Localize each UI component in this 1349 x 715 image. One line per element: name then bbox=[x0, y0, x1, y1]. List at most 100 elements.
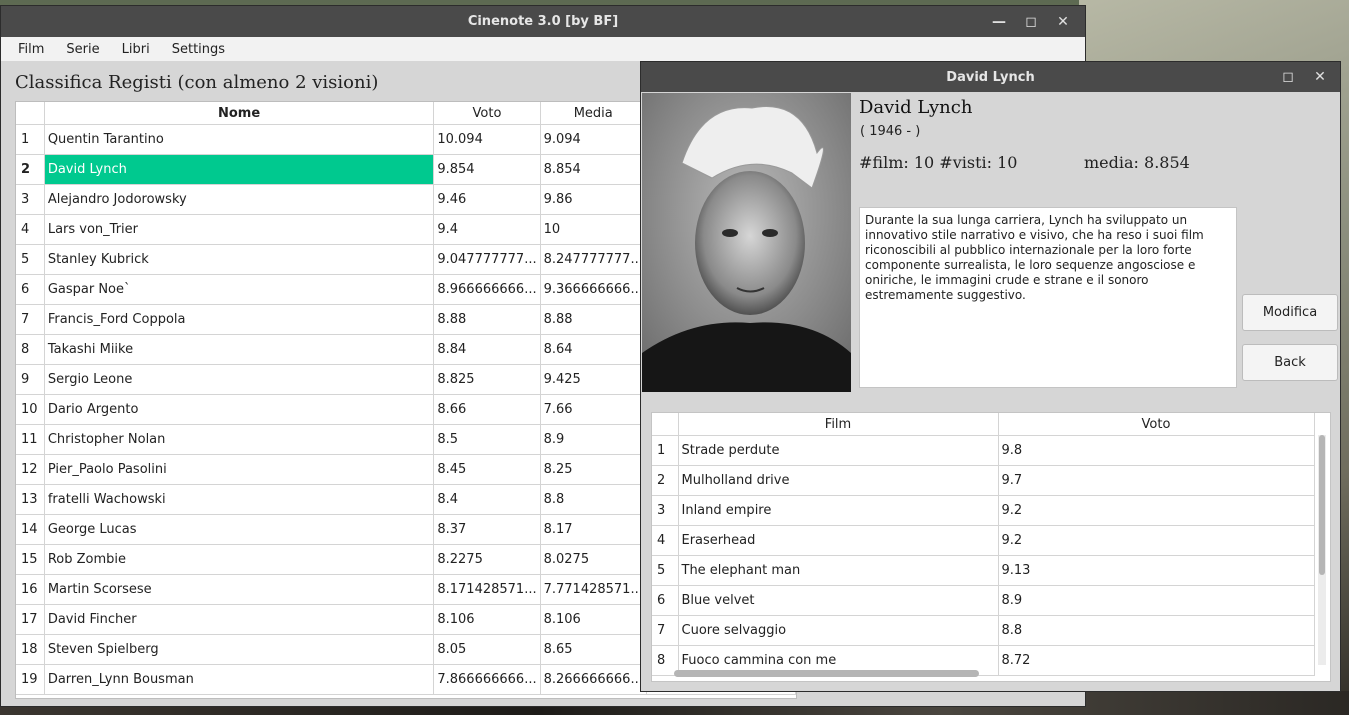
film-voto[interactable]: 9.8 bbox=[998, 435, 1315, 466]
row-rank[interactable]: 11 bbox=[16, 424, 45, 455]
film-voto[interactable]: 9.13 bbox=[998, 555, 1315, 586]
film-row[interactable]: 6 Blue velvet 8.9 bbox=[652, 585, 1315, 616]
films-horizontal-scroll-thumb[interactable] bbox=[674, 670, 979, 677]
row-voto[interactable]: 8.2275 bbox=[433, 544, 541, 575]
row-name[interactable]: Lars von_Trier bbox=[44, 214, 435, 245]
row-name[interactable]: Steven Spielberg bbox=[44, 634, 435, 665]
row-voto[interactable]: 9.46 bbox=[433, 184, 541, 215]
film-voto[interactable]: 8.9 bbox=[998, 585, 1315, 616]
row-media[interactable]: 9.366666666... bbox=[540, 274, 647, 305]
row-name[interactable]: Darren_Lynn Bousman bbox=[44, 664, 435, 695]
menu-film[interactable]: Film bbox=[7, 42, 55, 57]
row-rank[interactable]: 3 bbox=[16, 184, 45, 215]
row-name[interactable]: Gaspar Noe` bbox=[44, 274, 435, 305]
film-title[interactable]: The elephant man bbox=[678, 555, 999, 586]
row-voto[interactable]: 9.854 bbox=[433, 154, 541, 185]
row-name[interactable]: David Fincher bbox=[44, 604, 435, 635]
row-name[interactable]: Alejandro Jodorowsky bbox=[44, 184, 435, 215]
film-voto[interactable]: 8.8 bbox=[998, 615, 1315, 646]
main-titlebar[interactable]: Cinenote 3.0 [by BF] — ◻ ✕ bbox=[1, 6, 1085, 37]
film-voto[interactable]: 9.2 bbox=[998, 495, 1315, 526]
row-voto[interactable]: 10.094 bbox=[433, 124, 541, 155]
row-rank[interactable]: 15 bbox=[16, 544, 45, 575]
row-voto[interactable]: 7.866666666... bbox=[433, 664, 541, 695]
row-name[interactable]: Christopher Nolan bbox=[44, 424, 435, 455]
row-voto[interactable]: 8.966666666... bbox=[433, 274, 541, 305]
film-row[interactable]: 5 The elephant man 9.13 bbox=[652, 555, 1315, 586]
row-voto[interactable]: 8.45 bbox=[433, 454, 541, 485]
header-media[interactable]: Media bbox=[540, 102, 647, 125]
row-name[interactable]: George Lucas bbox=[44, 514, 435, 545]
row-rank[interactable]: 6 bbox=[16, 274, 45, 305]
row-name[interactable]: fratelli Wachowski bbox=[44, 484, 435, 515]
film-row[interactable]: 2 Mulholland drive 9.7 bbox=[652, 465, 1315, 496]
row-voto[interactable]: 8.37 bbox=[433, 514, 541, 545]
films-vertical-scroll-thumb[interactable] bbox=[1319, 435, 1325, 575]
row-voto[interactable]: 8.4 bbox=[433, 484, 541, 515]
back-button[interactable]: Back bbox=[1242, 344, 1338, 381]
film-row[interactable]: 3 Inland empire 9.2 bbox=[652, 495, 1315, 526]
row-name[interactable]: Pier_Paolo Pasolini bbox=[44, 454, 435, 485]
film-index[interactable]: 1 bbox=[652, 435, 679, 466]
row-media[interactable]: 8.247777777... bbox=[540, 244, 647, 275]
header-nome[interactable]: Nome bbox=[44, 102, 435, 125]
row-voto[interactable]: 8.66 bbox=[433, 394, 541, 425]
maximize-icon[interactable]: ◻ bbox=[1015, 14, 1047, 30]
row-media[interactable]: 9.094 bbox=[540, 124, 647, 155]
row-media[interactable]: 8.64 bbox=[540, 334, 647, 365]
menu-serie[interactable]: Serie bbox=[55, 42, 110, 57]
film-title[interactable]: Mulholland drive bbox=[678, 465, 999, 496]
row-media[interactable]: 7.66 bbox=[540, 394, 647, 425]
row-name[interactable]: Francis_Ford Coppola bbox=[44, 304, 435, 335]
film-title[interactable]: Strade perdute bbox=[678, 435, 999, 466]
film-title[interactable]: Cuore selvaggio bbox=[678, 615, 999, 646]
row-name[interactable]: Stanley Kubrick bbox=[44, 244, 435, 275]
row-voto[interactable]: 8.84 bbox=[433, 334, 541, 365]
row-media[interactable]: 8.25 bbox=[540, 454, 647, 485]
film-title[interactable]: Inland empire bbox=[678, 495, 999, 526]
row-name[interactable]: Takashi Miike bbox=[44, 334, 435, 365]
row-rank[interactable]: 12 bbox=[16, 454, 45, 485]
row-voto[interactable]: 8.05 bbox=[433, 634, 541, 665]
header-voto[interactable]: Voto bbox=[433, 102, 541, 125]
row-media[interactable]: 8.8 bbox=[540, 484, 647, 515]
row-rank[interactable]: 4 bbox=[16, 214, 45, 245]
film-title[interactable]: Eraserhead bbox=[678, 525, 999, 556]
film-index[interactable]: 5 bbox=[652, 555, 679, 586]
menu-settings[interactable]: Settings bbox=[161, 42, 236, 57]
maximize-icon[interactable]: ◻ bbox=[1272, 69, 1304, 85]
film-index[interactable]: 7 bbox=[652, 615, 679, 646]
row-voto[interactable]: 9.4 bbox=[433, 214, 541, 245]
modifica-button[interactable]: Modifica bbox=[1242, 294, 1338, 331]
row-name[interactable]: Martin Scorsese bbox=[44, 574, 435, 605]
row-rank[interactable]: 7 bbox=[16, 304, 45, 335]
film-row[interactable]: 1 Strade perdute 9.8 bbox=[652, 435, 1315, 466]
row-media[interactable]: 8.9 bbox=[540, 424, 647, 455]
row-rank[interactable]: 8 bbox=[16, 334, 45, 365]
row-media[interactable]: 8.106 bbox=[540, 604, 647, 635]
film-title[interactable]: Blue velvet bbox=[678, 585, 999, 616]
row-voto[interactable]: 8.88 bbox=[433, 304, 541, 335]
film-index[interactable]: 6 bbox=[652, 585, 679, 616]
film-row[interactable]: 7 Cuore selvaggio 8.8 bbox=[652, 615, 1315, 646]
film-index[interactable]: 4 bbox=[652, 525, 679, 556]
row-media[interactable]: 9.86 bbox=[540, 184, 647, 215]
row-media[interactable]: 8.17 bbox=[540, 514, 647, 545]
row-media[interactable]: 7.771428571... bbox=[540, 574, 647, 605]
row-rank[interactable]: 1 bbox=[16, 124, 45, 155]
row-rank[interactable]: 5 bbox=[16, 244, 45, 275]
row-voto[interactable]: 8.171428571... bbox=[433, 574, 541, 605]
row-voto[interactable]: 8.106 bbox=[433, 604, 541, 635]
row-media[interactable]: 8.266666666... bbox=[540, 664, 647, 695]
film-voto[interactable]: 9.7 bbox=[998, 465, 1315, 496]
film-index[interactable]: 3 bbox=[652, 495, 679, 526]
row-name[interactable]: Sergio Leone bbox=[44, 364, 435, 395]
row-rank[interactable]: 10 bbox=[16, 394, 45, 425]
row-voto[interactable]: 8.5 bbox=[433, 424, 541, 455]
row-rank[interactable]: 18 bbox=[16, 634, 45, 665]
row-media[interactable]: 9.425 bbox=[540, 364, 647, 395]
film-voto[interactable]: 8.72 bbox=[998, 645, 1315, 676]
row-voto[interactable]: 8.825 bbox=[433, 364, 541, 395]
director-bio[interactable]: Durante la sua lunga carriera, Lynch ha … bbox=[859, 207, 1237, 388]
row-rank[interactable]: 2 bbox=[16, 154, 45, 185]
